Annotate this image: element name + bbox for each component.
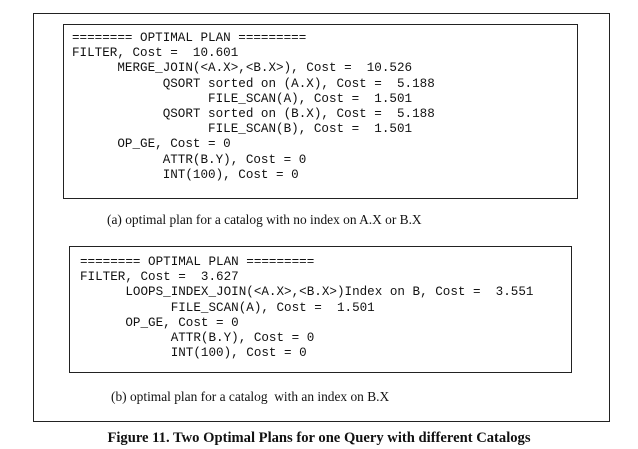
plan-a-line: MERGE_JOIN(<A.X>,<B.X>), Cost = 10.526 [72, 61, 413, 76]
plan-a-line: INT(100), Cost = 0 [72, 167, 299, 182]
plan-b-line: FILE_SCAN(A), Cost = 1.501 [80, 300, 375, 315]
plan-a-line: FILTER, Cost = 10.601 [72, 46, 239, 61]
plan-a-caption: (a) optimal plan for a catalog with no i… [107, 212, 422, 227]
plan-a-line: OP_GE, Cost = 0 [72, 137, 231, 152]
plan-b-line: ATTR(B.Y), Cost = 0 [80, 331, 315, 346]
plan-b-line: INT(100), Cost = 0 [80, 346, 307, 361]
plan-a-text: ======== OPTIMAL PLAN ========= FILTER, … [72, 31, 435, 183]
plan-b-line: LOOPS_INDEX_JOIN(<A.X>,<B.X>)Index on B,… [80, 285, 534, 300]
plan-a-line: QSORT sorted on (B.X), Cost = 5.188 [72, 107, 435, 122]
plan-b-line: ======== OPTIMAL PLAN ========= [80, 255, 315, 269]
plan-a-line: FILE_SCAN(B), Cost = 1.501 [72, 122, 413, 137]
plan-a-line: QSORT sorted on (A.X), Cost = 5.188 [72, 76, 435, 91]
plan-a-line: ======== OPTIMAL PLAN ========= [72, 31, 307, 45]
plan-b-text: ======== OPTIMAL PLAN ========= FILTER, … [80, 255, 533, 361]
plan-b-caption: (b) optimal plan for a catalog with an i… [111, 389, 390, 404]
plan-a-line: FILE_SCAN(A), Cost = 1.501 [72, 91, 413, 106]
plan-b-box: ======== OPTIMAL PLAN ========= FILTER, … [69, 246, 572, 373]
figure-caption: Figure 11. Two Optimal Plans for one Que… [107, 430, 531, 446]
plan-b-line: FILTER, Cost = 3.627 [80, 270, 239, 285]
plan-a-line: ATTR(B.Y), Cost = 0 [72, 152, 307, 167]
plan-a-box: ======== OPTIMAL PLAN ========= FILTER, … [63, 24, 578, 199]
plan-b-line: OP_GE, Cost = 0 [80, 315, 239, 330]
